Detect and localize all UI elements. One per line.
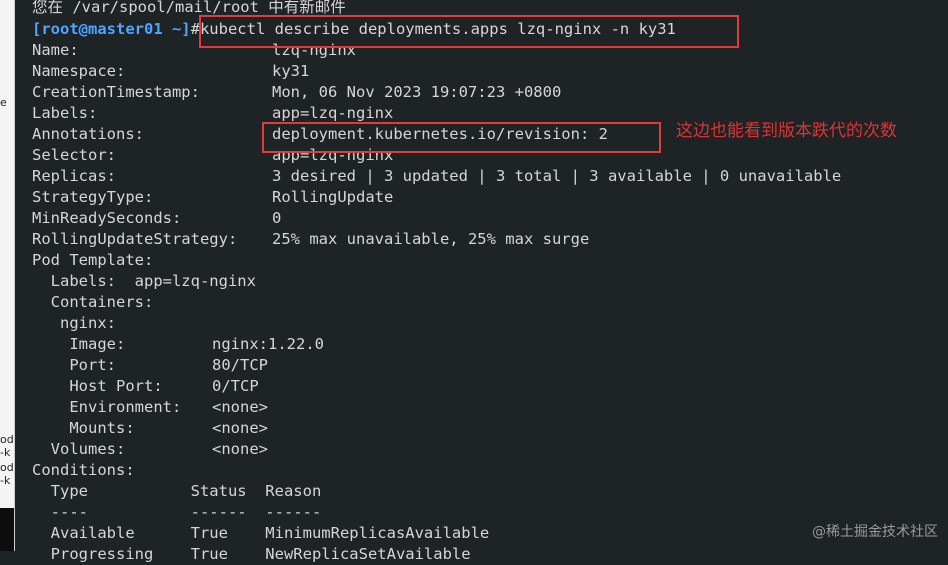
field-value: Mon, 06 Nov 2023 19:07:23 +0800 <box>272 83 562 101</box>
field-row: CreationTimestamp: Mon, 06 Nov 2023 19:07… <box>32 82 561 103</box>
field-value: 80/TCP <box>212 356 268 374</box>
field-value: <none> <box>212 419 268 437</box>
terminal-window[interactable]: 您在 /var/spool/mail/root 中有新邮件 [root@mast… <box>24 0 948 563</box>
field-value: 0/TCP <box>212 377 259 395</box>
field-row: Annotations: deployment.kubernetes.io/rev… <box>32 124 608 145</box>
field-key: Name: <box>32 41 79 59</box>
side-fragment: -k <box>0 446 11 459</box>
field-row: Selector: app=lzq-nginx <box>32 145 393 166</box>
field-key: CreationTimestamp: <box>32 83 200 101</box>
side-fragment: od <box>0 461 14 474</box>
field-row: Labels: app=lzq-nginx <box>32 103 393 124</box>
field-value: ky31 <box>272 62 310 80</box>
revision-highlight-box <box>262 122 661 153</box>
side-panel: e od -k od -k <box>0 0 15 551</box>
pod-template-heading: Pod Template: <box>32 251 154 269</box>
field-key: Host Port: <box>32 377 163 395</box>
command-highlight-box <box>199 15 739 48</box>
field-key: StrategyType: <box>32 188 154 206</box>
field-value: <none> <box>212 440 268 458</box>
condition-row: Progressing True NewReplicaSetAvailable <box>32 545 471 563</box>
side-fragment: od <box>0 433 14 446</box>
field-row: StrategyType: RollingUpdate <box>32 187 393 208</box>
container-field: Mounts: <none> <box>32 418 268 439</box>
side-fragment: e <box>0 96 7 109</box>
field-value: nginx:1.22.0 <box>212 335 324 353</box>
field-key: Annotations: <box>32 125 144 143</box>
field-row: Replicas: 3 desired | 3 updated | 3 total… <box>32 166 841 187</box>
container-field: Host Port: 0/TCP <box>32 376 258 397</box>
side-panel-dark-area <box>0 508 14 551</box>
field-key: Environment: <box>32 398 182 416</box>
container-name: nginx: <box>32 314 116 332</box>
field-row: Namespace: ky31 <box>32 61 309 82</box>
annotation-label: 这边也能看到版本跌代的次数 <box>676 121 897 141</box>
side-fragment: -k <box>0 474 11 487</box>
containers-heading: Containers: <box>32 293 154 311</box>
conditions-header: Type Status Reason <box>32 482 322 500</box>
field-key: Namespace: <box>32 62 126 80</box>
field-key: RollingUpdateStrategy: <box>32 230 238 248</box>
field-value: <none> <box>212 398 268 416</box>
field-key: Replicas: <box>32 167 116 185</box>
field-key: MinReadySeconds: <box>32 209 182 227</box>
field-key: Port: <box>32 356 116 374</box>
field-row: RollingUpdateStrategy: 25% max unavailabl… <box>32 229 589 250</box>
container-field: Port: 80/TCP <box>32 355 268 376</box>
field-row: Name: lzq-nginx <box>32 40 356 61</box>
field-value: 0 <box>272 209 282 227</box>
field-row: MinReadySeconds: 0 <box>32 208 281 229</box>
watermark: @稀土掘金技术社区 <box>812 524 938 540</box>
shell-prompt: [root@master01 ~] <box>32 20 191 38</box>
conditions-heading: Conditions: <box>32 461 135 479</box>
container-field: Image: nginx:1.22.0 <box>32 334 324 355</box>
pod-labels: Labels: app=lzq-nginx <box>32 272 256 290</box>
condition-row: Available True MinimumReplicasAvailable <box>32 524 490 542</box>
field-key: Image: <box>32 335 126 353</box>
container-field: Volumes: <none> <box>32 439 268 460</box>
field-key: Selector: <box>32 146 116 164</box>
conditions-separator: ---- ------ ------ <box>32 503 322 521</box>
field-value: app=lzq-nginx <box>272 104 394 122</box>
field-value: 3 desired | 3 updated | 3 total | 3 avai… <box>272 167 842 185</box>
field-key: Volumes: <box>32 440 126 458</box>
field-key: Mounts: <box>32 419 135 437</box>
field-value: RollingUpdate <box>272 188 394 206</box>
container-field: Environment: <none> <box>32 397 268 418</box>
field-key: Labels: <box>32 104 98 122</box>
field-value: 25% max unavailable, 25% max surge <box>272 230 590 248</box>
